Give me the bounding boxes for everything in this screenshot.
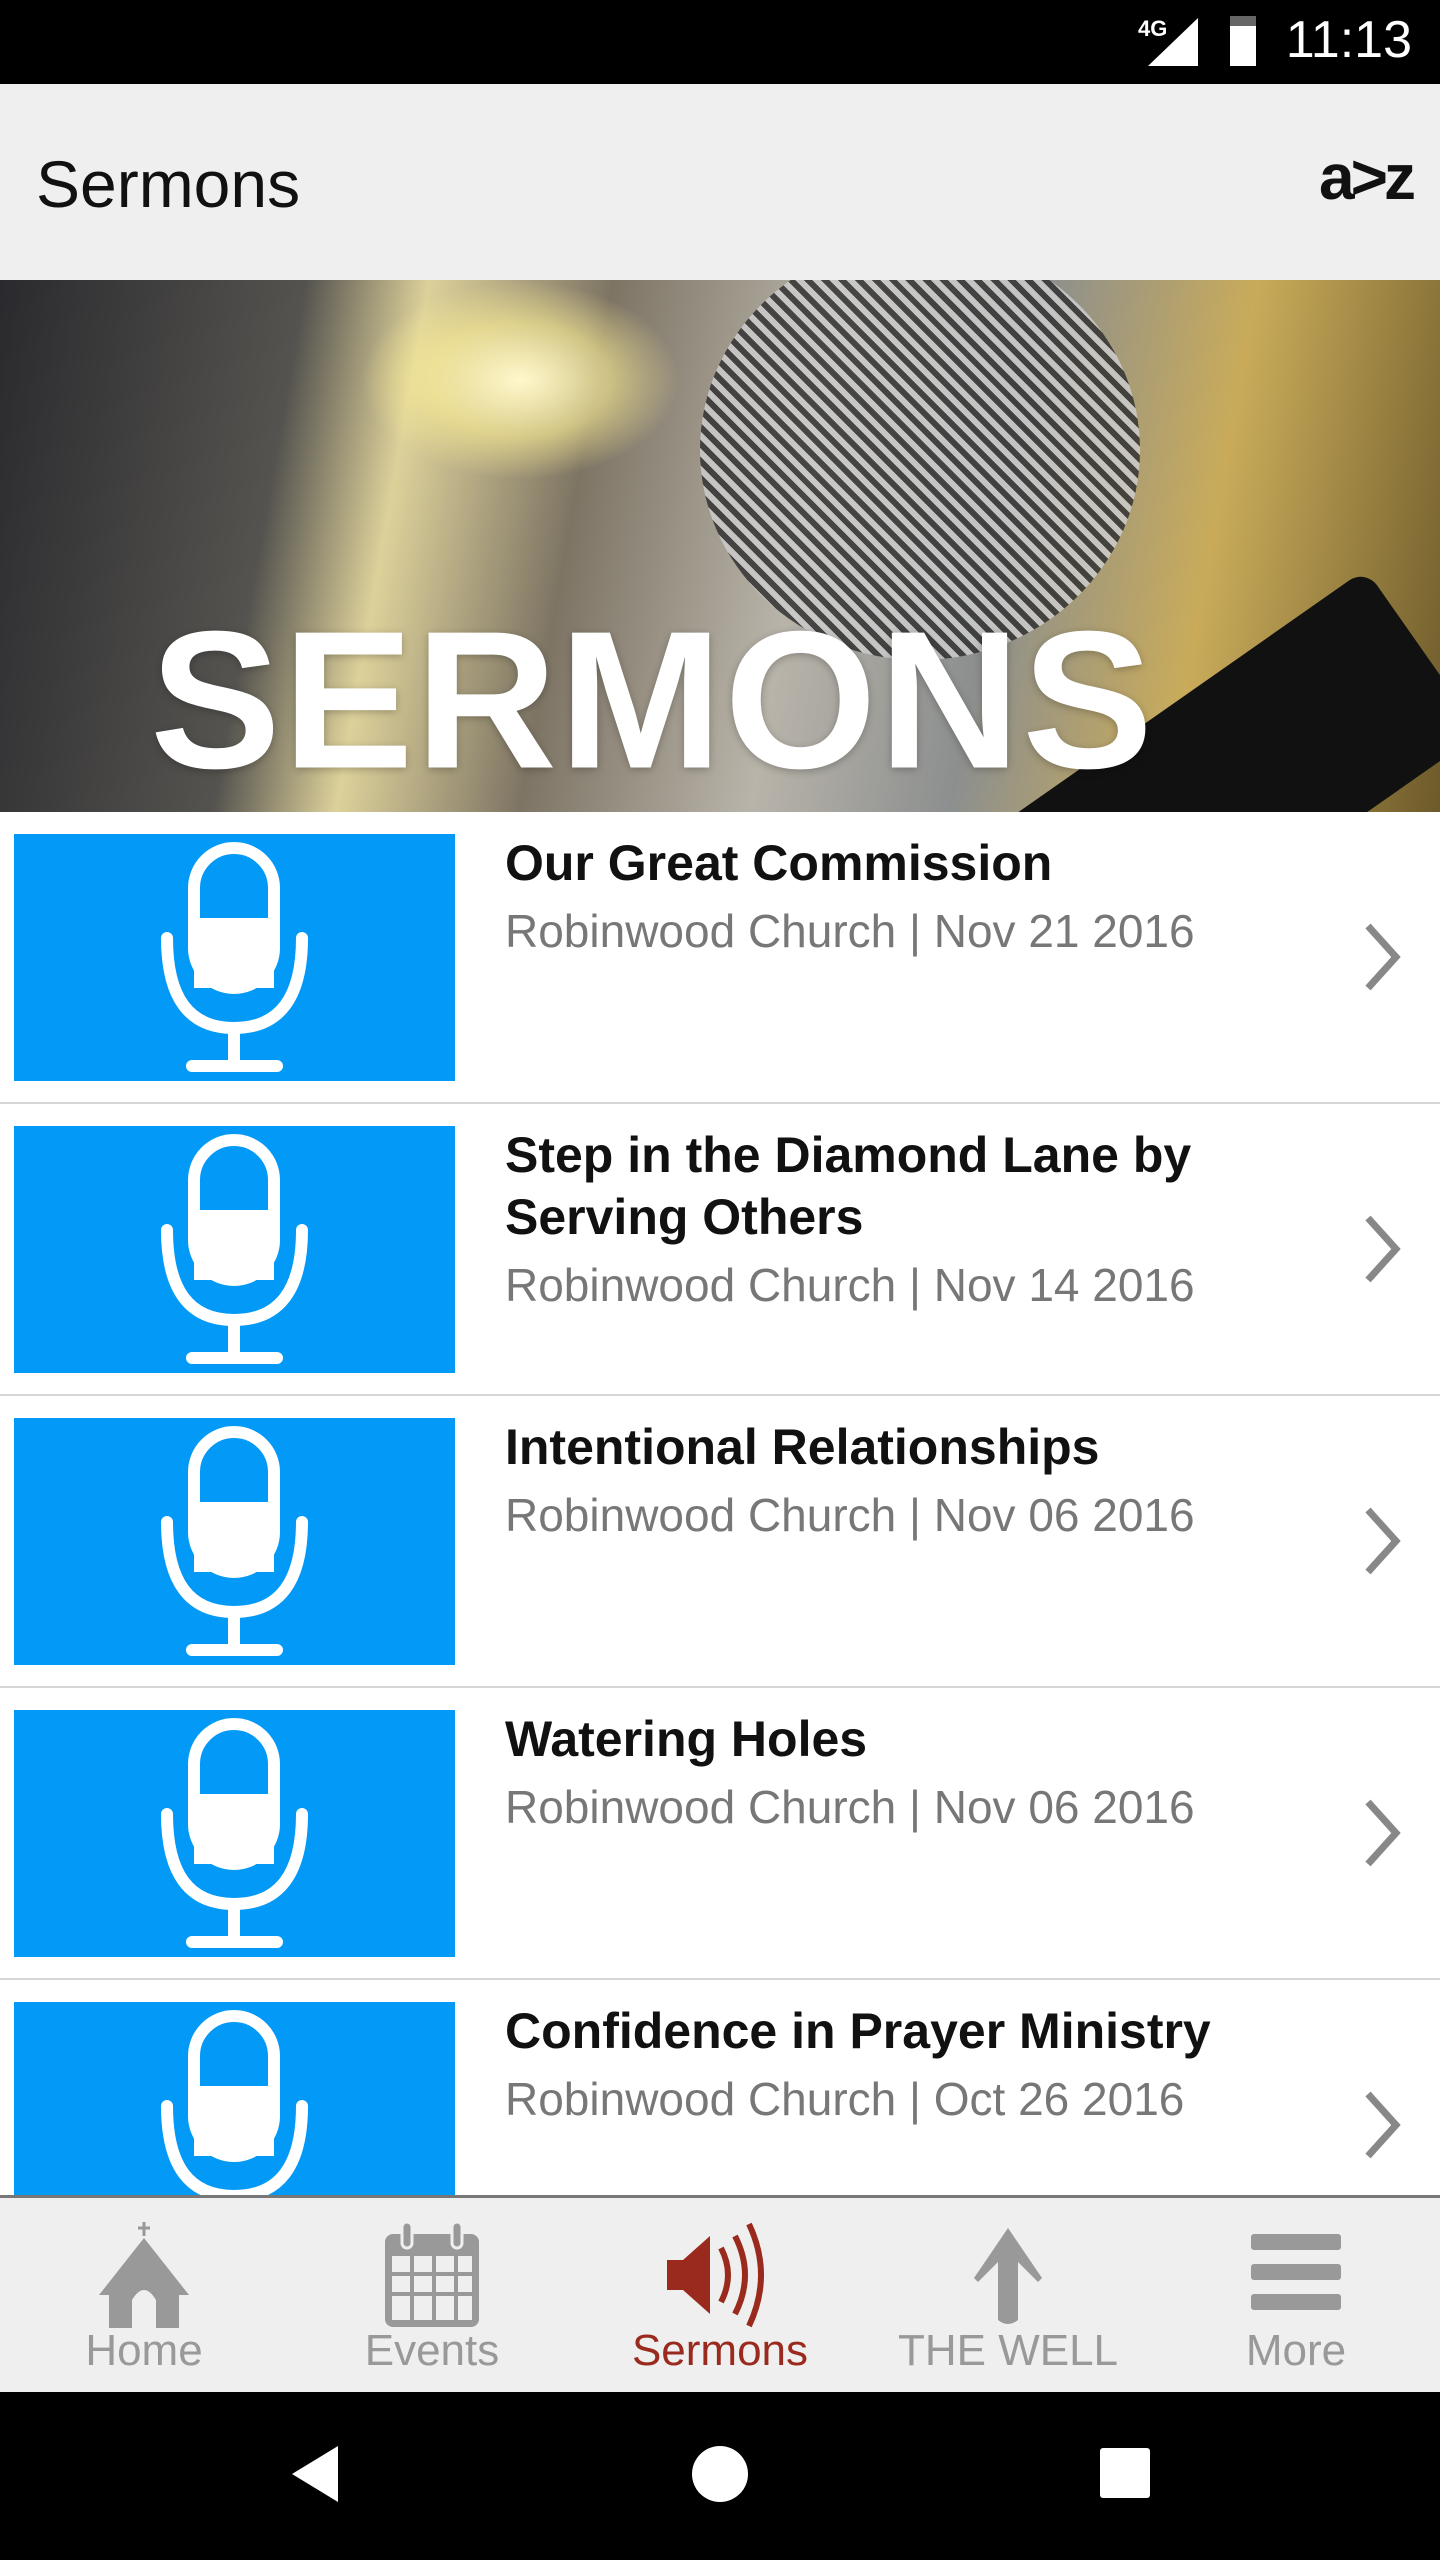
tab-label: Events bbox=[364, 2326, 500, 2375]
system-nav-bar bbox=[0, 2392, 1440, 2560]
sermon-text: Watering Holes Robinwood Church | Nov 06… bbox=[505, 1708, 1265, 1838]
chevron-right-icon bbox=[1365, 1799, 1401, 1867]
recents-icon[interactable] bbox=[1098, 2446, 1152, 2500]
sermon-text: Intentional Relationships Robinwood Chur… bbox=[505, 1416, 1265, 1546]
app-bar: Sermons a>z bbox=[0, 84, 1440, 280]
sermon-text: Our Great Commission Robinwood Church | … bbox=[505, 832, 1265, 962]
sermon-thumbnail bbox=[14, 2002, 455, 2195]
menu-icon bbox=[1251, 2234, 1341, 2310]
clock: 11:13 bbox=[1285, 11, 1412, 69]
sermon-text: Confidence in Prayer Ministry Robinwood … bbox=[505, 2000, 1265, 2130]
sermon-title: Our Great Commission bbox=[505, 835, 1053, 891]
sermon-thumbnail bbox=[14, 1126, 455, 1373]
tab-home[interactable]: Home bbox=[0, 2198, 288, 2392]
church-icon bbox=[99, 2222, 189, 2328]
home-icon[interactable] bbox=[690, 2444, 750, 2504]
banner-text: SERMONS bbox=[150, 590, 1156, 810]
tab-the-well[interactable]: THE WELL bbox=[864, 2198, 1152, 2392]
sermon-title: Step in the Diamond Lane by Serving Othe… bbox=[505, 1127, 1192, 1245]
sermon-thumbnail bbox=[14, 1710, 455, 1957]
page-title: Sermons bbox=[36, 147, 301, 221]
sermon-subtitle: Robinwood Church | Nov 14 2016 bbox=[505, 1259, 1195, 1311]
battery-icon bbox=[1230, 16, 1256, 66]
back-icon[interactable] bbox=[288, 2444, 340, 2504]
status-bar: 4G 11:13 bbox=[0, 0, 1440, 84]
sermons-banner: SERMONS bbox=[0, 280, 1440, 812]
signal-icon bbox=[1148, 18, 1198, 66]
chevron-right-icon bbox=[1365, 1507, 1401, 1575]
sermon-thumbnail bbox=[14, 834, 455, 1081]
tab-label: Home bbox=[85, 2326, 203, 2375]
sermon-list-item[interactable]: Confidence in Prayer Ministry Robinwood … bbox=[0, 1980, 1440, 2195]
microphone-icon bbox=[161, 1134, 308, 1364]
tab-events[interactable]: Events bbox=[288, 2198, 576, 2392]
bottom-tab-bar: Home Events Sermons THE WELL More bbox=[0, 2195, 1440, 2392]
sermon-subtitle: Robinwood Church | Nov 06 2016 bbox=[505, 1781, 1195, 1833]
tab-label: THE WELL bbox=[897, 2326, 1119, 2375]
sermon-thumbnail bbox=[14, 1418, 455, 1665]
tab-sermons[interactable]: Sermons bbox=[576, 2198, 864, 2392]
calendar-icon bbox=[385, 2220, 479, 2327]
chevron-right-icon bbox=[1365, 2091, 1401, 2159]
microphone-icon bbox=[161, 1718, 308, 1948]
sermon-subtitle: Robinwood Church | Nov 21 2016 bbox=[505, 905, 1195, 957]
sermon-subtitle: Robinwood Church | Oct 26 2016 bbox=[505, 2073, 1185, 2125]
tab-label: More bbox=[1245, 2326, 1347, 2375]
sermon-list-item[interactable]: Our Great Commission Robinwood Church | … bbox=[0, 812, 1440, 1104]
sermon-title: Intentional Relationships bbox=[505, 1419, 1100, 1475]
tab-label: Sermons bbox=[631, 2326, 809, 2375]
chevron-right-icon bbox=[1365, 923, 1401, 991]
microphone-icon bbox=[161, 1426, 308, 1656]
sermon-list: Our Great Commission Robinwood Church | … bbox=[0, 812, 1440, 2195]
chevron-right-icon bbox=[1365, 1215, 1401, 1283]
sermon-list-item[interactable]: Step in the Diamond Lane by Serving Othe… bbox=[0, 1104, 1440, 1396]
speaker-icon bbox=[667, 2222, 764, 2328]
sermon-title: Watering Holes bbox=[505, 1711, 868, 1767]
banner-light bbox=[360, 280, 680, 480]
sermon-subtitle: Robinwood Church | Nov 06 2016 bbox=[505, 1489, 1195, 1541]
arrow-up-icon bbox=[974, 2228, 1042, 2324]
sermon-title: Confidence in Prayer Ministry bbox=[505, 2003, 1211, 2059]
microphone-icon bbox=[161, 842, 308, 1072]
sermon-list-item[interactable]: Intentional Relationships Robinwood Chur… bbox=[0, 1396, 1440, 1688]
sort-az-button[interactable]: a>z bbox=[1319, 140, 1416, 214]
tab-more[interactable]: More bbox=[1152, 2198, 1440, 2392]
microphone-icon bbox=[161, 2010, 308, 2195]
sermon-text: Step in the Diamond Lane by Serving Othe… bbox=[505, 1124, 1265, 1316]
sermon-list-item[interactable]: Watering Holes Robinwood Church | Nov 06… bbox=[0, 1688, 1440, 1980]
